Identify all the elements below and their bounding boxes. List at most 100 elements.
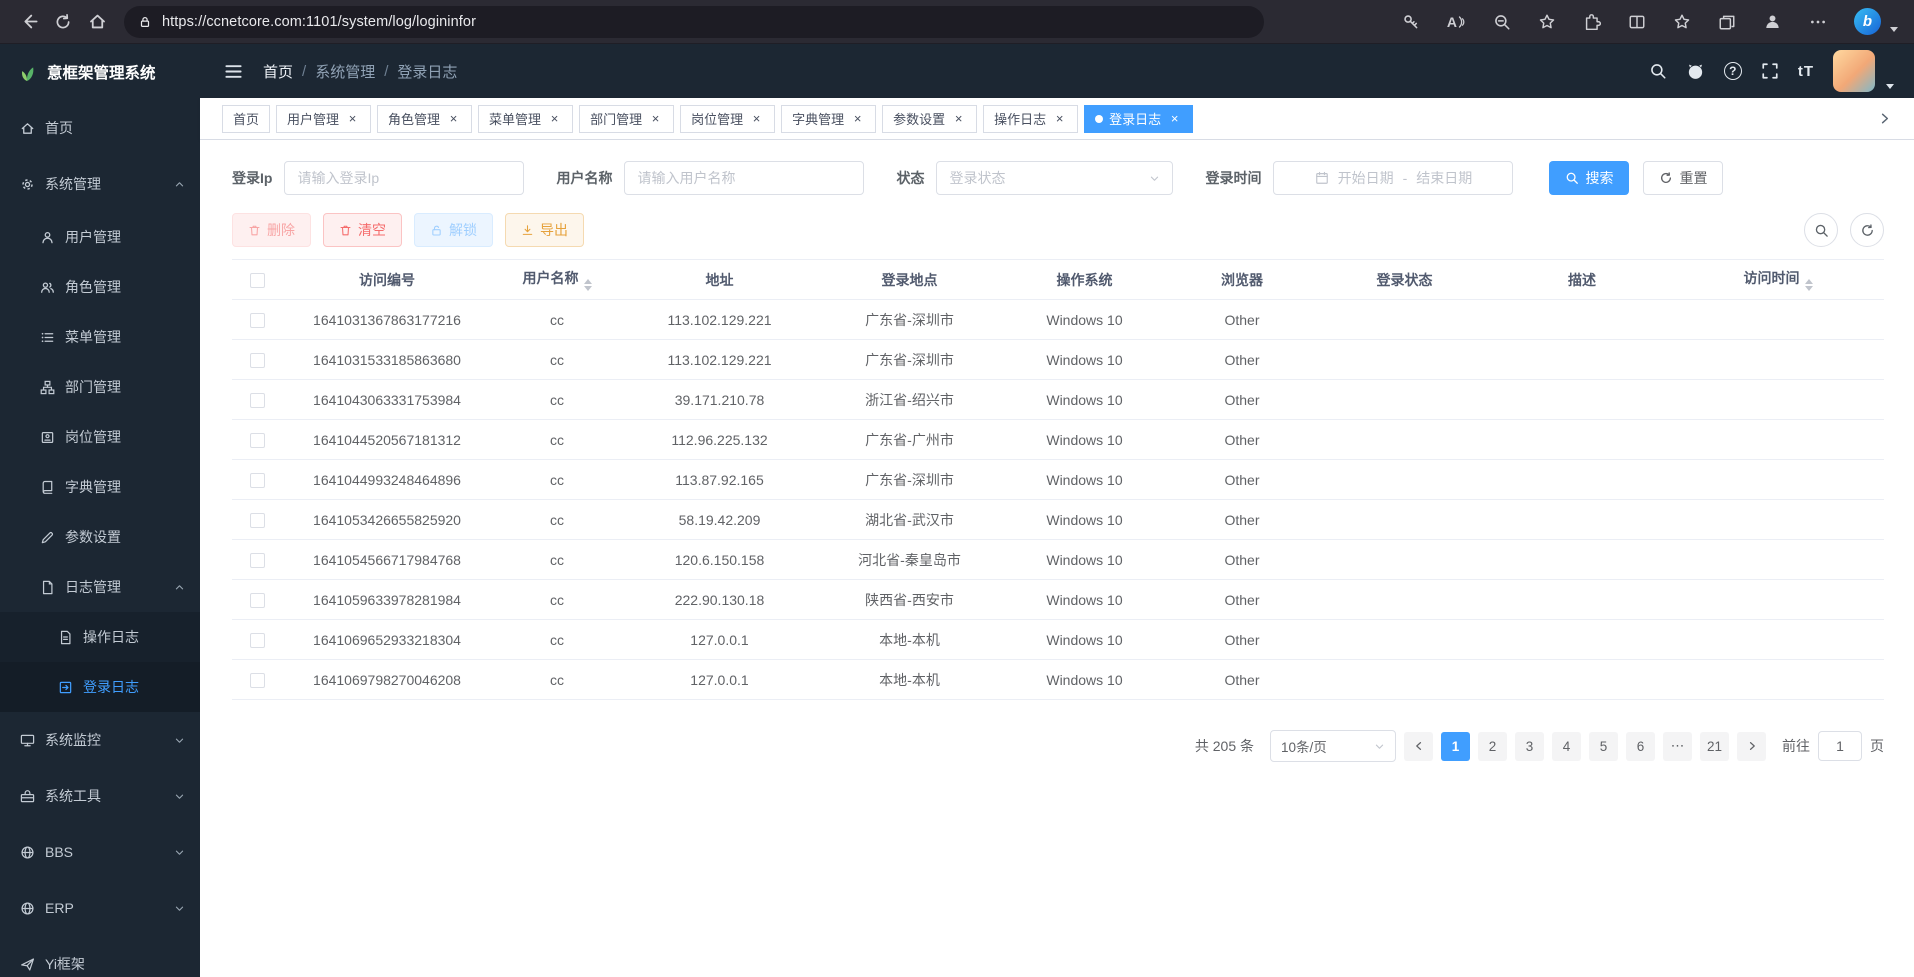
sidebar-item-role-mgmt[interactable]: 角色管理 — [0, 262, 200, 312]
tab-dict-mgmt[interactable]: 字典管理× — [781, 105, 876, 133]
login-ip-input[interactable] — [284, 161, 524, 195]
status-select[interactable]: 登录状态 — [936, 161, 1173, 195]
page-button-5[interactable]: 5 — [1589, 732, 1618, 761]
table-refresh-button[interactable] — [1850, 213, 1884, 247]
sort-icon[interactable] — [584, 279, 592, 291]
row-checkbox[interactable] — [250, 353, 265, 368]
profile-icon[interactable] — [1763, 12, 1782, 31]
sidebar-item-dept-mgmt[interactable]: 部门管理 — [0, 362, 200, 412]
page-button-3[interactable]: 3 — [1515, 732, 1544, 761]
row-checkbox[interactable] — [250, 473, 265, 488]
app-logo[interactable]: 意框架管理系统 — [0, 44, 200, 100]
github-icon[interactable] — [1686, 62, 1705, 81]
row-checkbox[interactable] — [250, 593, 265, 608]
tab-role-mgmt[interactable]: 角色管理× — [377, 105, 472, 133]
close-icon[interactable]: × — [1052, 111, 1067, 126]
close-icon[interactable]: × — [951, 111, 966, 126]
close-icon[interactable]: × — [1167, 111, 1182, 126]
row-checkbox[interactable] — [250, 313, 265, 328]
user-name-input[interactable] — [624, 161, 864, 195]
tabs-scroll-right-icon[interactable] — [1877, 111, 1892, 126]
fullscreen-icon[interactable] — [1761, 62, 1779, 80]
page-button-4[interactable]: 4 — [1552, 732, 1581, 761]
user-avatar[interactable] — [1833, 50, 1875, 92]
close-icon[interactable]: × — [547, 111, 562, 126]
browser-home-button[interactable] — [80, 5, 114, 39]
col-user-name[interactable]: 用户名称 — [492, 260, 622, 300]
close-icon[interactable]: × — [749, 111, 764, 126]
select-all-checkbox[interactable] — [250, 273, 265, 288]
text-size-icon[interactable]: tT — [1798, 63, 1814, 80]
export-button[interactable]: 导出 — [505, 213, 584, 247]
delete-button[interactable]: 删除 — [232, 213, 311, 247]
sidebar-item-system-tools[interactable]: 系统工具 — [0, 768, 200, 824]
sidebar-item-login-log[interactable]: 登录日志 — [0, 662, 200, 712]
browser-menu-icon[interactable] — [1809, 13, 1827, 31]
sidebar-item-home[interactable]: 首页 — [0, 100, 200, 156]
sidebar-item-erp[interactable]: ERP — [0, 880, 200, 936]
sidebar-toggle-icon[interactable] — [224, 62, 243, 81]
close-icon[interactable]: × — [850, 111, 865, 126]
clear-button[interactable]: 清空 — [323, 213, 402, 247]
more-pages-button[interactable]: ⋯ — [1663, 732, 1692, 761]
next-page-button[interactable] — [1737, 732, 1766, 761]
sidebar-item-menu-mgmt[interactable]: 菜单管理 — [0, 312, 200, 362]
unlock-button[interactable]: 解锁 — [414, 213, 493, 247]
sort-icon[interactable] — [1805, 279, 1813, 291]
favorites-add-icon[interactable] — [1538, 13, 1556, 31]
sidebar-item-param-settings[interactable]: 参数设置 — [0, 512, 200, 562]
close-icon[interactable]: × — [345, 111, 360, 126]
zoom-out-icon[interactable] — [1493, 13, 1511, 31]
password-key-icon[interactable] — [1402, 13, 1420, 31]
browser-refresh-button[interactable] — [46, 5, 80, 39]
login-time-range-picker[interactable]: 开始日期 - 结束日期 — [1273, 161, 1513, 195]
page-button-last[interactable]: 21 — [1700, 732, 1729, 761]
split-screen-icon[interactable] — [1628, 13, 1646, 31]
page-button-2[interactable]: 2 — [1478, 732, 1507, 761]
row-checkbox[interactable] — [250, 633, 265, 648]
tab-home[interactable]: 首页 — [222, 105, 270, 133]
page-size-select[interactable]: 10条/页 — [1270, 730, 1396, 762]
row-checkbox[interactable] — [250, 553, 265, 568]
breadcrumb-home[interactable]: 首页 — [263, 61, 293, 82]
help-icon[interactable]: ? — [1724, 62, 1742, 80]
bing-chat-icon[interactable]: b — [1854, 8, 1881, 35]
sidebar-item-user-mgmt[interactable]: 用户管理 — [0, 212, 200, 262]
tab-operation-log[interactable]: 操作日志× — [983, 105, 1078, 133]
address-bar[interactable]: https://ccnetcore.com:1101/system/log/lo… — [124, 6, 1264, 38]
tab-dept-mgmt[interactable]: 部门管理× — [579, 105, 674, 133]
page-button-1[interactable]: 1 — [1441, 732, 1470, 761]
tab-login-log[interactable]: 登录日志× — [1084, 105, 1193, 133]
col-visit-time[interactable]: 访问时间 — [1672, 260, 1884, 300]
browser-back-button[interactable] — [12, 5, 46, 39]
close-icon[interactable]: × — [648, 111, 663, 126]
close-icon[interactable]: × — [446, 111, 461, 126]
row-checkbox[interactable] — [250, 393, 265, 408]
search-button[interactable]: 搜索 — [1549, 161, 1629, 195]
extensions-icon[interactable] — [1583, 13, 1601, 31]
tab-menu-mgmt[interactable]: 菜单管理× — [478, 105, 573, 133]
sidebar-item-log-mgmt[interactable]: 日志管理 — [0, 562, 200, 612]
goto-page-input[interactable] — [1818, 731, 1862, 761]
read-aloud-icon[interactable]: A — [1447, 14, 1466, 30]
sidebar-item-operation-log[interactable]: 操作日志 — [0, 612, 200, 662]
sidebar-item-bbs[interactable]: BBS — [0, 824, 200, 880]
breadcrumb-section[interactable]: 系统管理 — [315, 61, 375, 82]
row-checkbox[interactable] — [250, 433, 265, 448]
row-checkbox[interactable] — [250, 673, 265, 688]
table-search-toggle-button[interactable] — [1804, 213, 1838, 247]
sidebar-item-post-mgmt[interactable]: 岗位管理 — [0, 412, 200, 462]
prev-page-button[interactable] — [1404, 732, 1433, 761]
tab-post-mgmt[interactable]: 岗位管理× — [680, 105, 775, 133]
tab-user-mgmt[interactable]: 用户管理× — [276, 105, 371, 133]
sidebar-item-dict-mgmt[interactable]: 字典管理 — [0, 462, 200, 512]
lock-icon[interactable] — [138, 15, 152, 29]
collections-icon[interactable] — [1718, 13, 1736, 31]
sidebar-item-system-mgmt[interactable]: 系统管理 — [0, 156, 200, 212]
sidebar-item-system-monitor[interactable]: 系统监控 — [0, 712, 200, 768]
favorites-icon[interactable] — [1673, 13, 1691, 31]
page-button-6[interactable]: 6 — [1626, 732, 1655, 761]
search-icon[interactable] — [1649, 62, 1667, 80]
row-checkbox[interactable] — [250, 513, 265, 528]
sidebar-item-yi-framework[interactable]: Yi框架 — [0, 936, 200, 977]
